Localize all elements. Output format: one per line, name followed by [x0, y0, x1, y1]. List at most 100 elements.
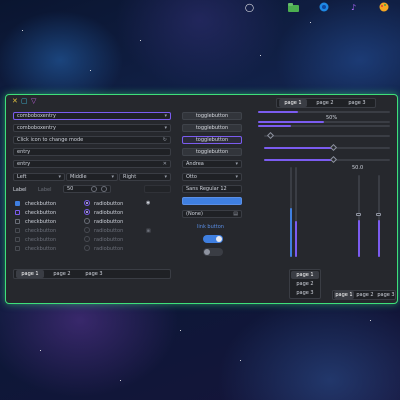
folder-icon[interactable] — [288, 2, 299, 12]
checkbox-6 — [15, 246, 20, 251]
vtab-page-3[interactable]: page 3 — [291, 289, 319, 297]
right-tab-page-1[interactable]: page 1 — [279, 99, 307, 107]
vscale-2-handle[interactable] — [376, 213, 381, 216]
btab-page-2[interactable]: page 2 — [355, 291, 375, 299]
font-button[interactable]: Sans Regular 12 — [182, 185, 242, 193]
right-tab-page-2[interactable]: page 2 — [311, 99, 339, 107]
align-middle-text: Middle — [70, 174, 87, 180]
right-notebook-top: page 1 page 2 page 3 — [276, 98, 376, 108]
vscale-2[interactable] — [378, 175, 380, 257]
label-dim-text: Label — [38, 187, 52, 193]
btab-page-1[interactable]: page 1 — [334, 291, 354, 299]
scale-2-handle[interactable] — [329, 143, 338, 152]
file-chooser-button[interactable]: (None) ▤ — [182, 210, 242, 218]
radio-2[interactable] — [84, 209, 90, 215]
eye-icon[interactable]: ◉ — [146, 200, 150, 206]
togglebutton-3[interactable]: togglebutton — [182, 136, 242, 144]
music-icon[interactable]: ♪ — [348, 2, 359, 12]
vtab-page-1[interactable]: page 1 — [291, 271, 319, 279]
radio-5 — [84, 236, 90, 242]
icon-entry[interactable]: Click icon to change mode ↻ — [13, 136, 171, 144]
togglebutton-4[interactable]: togglebutton — [182, 148, 242, 156]
vscale-1-handle[interactable] — [356, 213, 361, 216]
browser-icon[interactable] — [318, 2, 329, 12]
scale-1-handle[interactable] — [266, 131, 275, 140]
disabled-icon: ▣ — [146, 228, 151, 234]
checkbox-5 — [15, 237, 20, 242]
togglebutton-1[interactable]: togglebutton — [182, 112, 242, 120]
checkbox-3[interactable] — [15, 219, 20, 224]
align-left-combo[interactable]: Left ▾ — [13, 173, 65, 181]
checkbox-4-label: checkbutton — [25, 228, 57, 234]
spin-plus-button[interactable] — [101, 186, 107, 192]
icon-entry-text: Click icon to change mode — [17, 137, 84, 143]
left-notebook: page 1 page 2 page 3 — [13, 269, 171, 279]
chevron-down-icon[interactable]: ▾ — [164, 113, 167, 119]
togglebutton-2[interactable]: togglebutton — [182, 124, 242, 132]
chevron-down-icon[interactable]: ▾ — [58, 174, 61, 180]
maximize-icon[interactable]: ▢ — [21, 98, 28, 105]
chevron-down-icon[interactable]: ▾ — [235, 174, 238, 180]
btab-page-3[interactable]: page 3 — [376, 291, 396, 299]
radio-3-label: radiobutton — [94, 219, 124, 225]
link-button[interactable]: link button — [197, 224, 224, 230]
radio-4 — [84, 227, 90, 233]
checkbox-4 — [15, 228, 20, 233]
checkbox-1-label: checkbutton — [25, 201, 57, 207]
combo-otto[interactable]: Otto ▾ — [182, 173, 242, 181]
spin-value: 50 — [67, 186, 74, 192]
radio-1-label: radiobutton — [94, 201, 124, 207]
checkbox-1[interactable] — [15, 201, 20, 206]
entry-2[interactable]: entry ✕ — [13, 160, 171, 168]
combo-andrea[interactable]: Andrea ▾ — [182, 160, 242, 168]
right-notebook-left: page 1 page 2 page 3 — [289, 269, 321, 299]
combo-andrea-text: Andrea — [186, 161, 204, 167]
scale-3-handle[interactable] — [329, 155, 338, 164]
palette-icon[interactable] — [378, 2, 389, 12]
color-button[interactable] — [182, 197, 242, 205]
checkbox-2-label: checkbutton — [25, 210, 57, 216]
chevron-down-icon[interactable]: ▾ — [111, 174, 114, 180]
right-tab-page-3[interactable]: page 3 — [343, 99, 371, 107]
radio-3[interactable] — [84, 218, 90, 224]
switch-on[interactable] — [203, 235, 223, 243]
switch-off[interactable] — [203, 248, 223, 256]
entry-2-text: entry — [17, 161, 31, 167]
radio-4-label: radiobutton — [94, 228, 124, 234]
vscale-1[interactable] — [358, 175, 360, 257]
minimize-icon[interactable]: ▽ — [31, 98, 36, 105]
left-tab-page-1[interactable]: page 1 — [16, 270, 44, 278]
combobox-entry-2[interactable]: comboboxentry ▾ — [13, 124, 171, 132]
left-tab-page-3[interactable]: page 3 — [80, 270, 108, 278]
checkbox-2[interactable] — [15, 210, 20, 215]
combobox-entry-1[interactable]: comboboxentry ▾ — [13, 112, 171, 120]
spin-button-disabled — [144, 185, 171, 193]
progress-bar-3 — [258, 125, 390, 127]
scale-1[interactable] — [264, 135, 390, 137]
combobox-entry-2-text: comboboxentry — [17, 125, 57, 131]
align-left-text: Left — [17, 174, 27, 180]
scale-2[interactable] — [264, 147, 390, 149]
radio-1[interactable] — [84, 200, 90, 206]
clear-icon[interactable]: ✕ — [163, 161, 167, 167]
chevron-down-icon[interactable]: ▾ — [235, 161, 238, 167]
vtab-page-2[interactable]: page 2 — [291, 280, 319, 288]
label-text: Label — [13, 187, 27, 193]
align-middle-combo[interactable]: Middle ▾ — [66, 173, 118, 181]
entry-1[interactable]: entry — [13, 148, 171, 156]
radio-5-label: radiobutton — [94, 237, 124, 243]
refresh-icon[interactable]: ↻ — [163, 137, 167, 143]
widget-factory-window: ✕ ▢ ▽ comboboxentry ▾ comboboxentry ▾ Cl… — [5, 94, 398, 304]
checkbox-5-label: checkbutton — [25, 237, 57, 243]
power-icon[interactable]: ◯ — [244, 2, 255, 12]
align-right-combo[interactable]: Right ▾ — [119, 173, 171, 181]
vprogress-2 — [295, 167, 297, 257]
scale-3[interactable] — [264, 159, 390, 161]
close-icon[interactable]: ✕ — [12, 98, 18, 105]
align-right-text: Right — [123, 174, 137, 180]
scale-value-label: 50.0 — [352, 165, 364, 171]
chevron-down-icon[interactable]: ▾ — [164, 125, 167, 131]
chevron-down-icon[interactable]: ▾ — [164, 174, 167, 180]
spin-minus-button[interactable] — [91, 186, 97, 192]
left-tab-page-2[interactable]: page 2 — [48, 270, 76, 278]
